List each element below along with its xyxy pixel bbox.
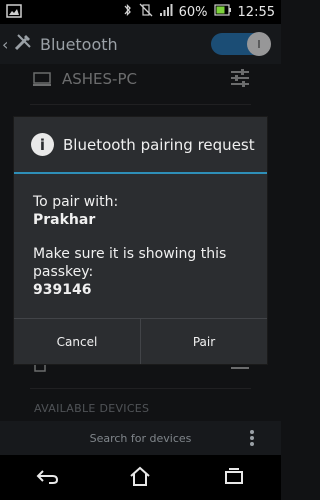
- list-divider: [30, 104, 251, 105]
- recent-apps-icon[interactable]: [222, 466, 246, 490]
- battery-icon: [213, 4, 232, 20]
- dialog-header: i Bluetooth pairing request: [14, 117, 267, 172]
- overflow-menu-icon[interactable]: [249, 429, 255, 451]
- passkey-instruction: Make sure it is showing this passkey:: [33, 246, 227, 280]
- bluetooth-status-icon: [123, 3, 133, 21]
- back-icon[interactable]: [35, 467, 59, 489]
- bluetooth-toggle[interactable]: I: [211, 32, 271, 56]
- back-caret-icon[interactable]: ‹: [2, 35, 12, 54]
- info-icon: i: [31, 133, 54, 156]
- dialog-title: Bluetooth pairing request: [63, 135, 255, 154]
- list-divider: [30, 388, 251, 389]
- action-bar: ‹ Bluetooth I: [0, 24, 281, 64]
- dialog-title-divider: [14, 172, 267, 174]
- settings-tools-icon[interactable]: [12, 31, 34, 57]
- dialog-body: To pair with: Prakhar Make sure it is sh…: [33, 193, 253, 299]
- vibrate-off-icon: [139, 3, 153, 21]
- image-notification-icon: [6, 3, 22, 22]
- pair-button[interactable]: Pair: [141, 319, 267, 364]
- cancel-button[interactable]: Cancel: [14, 319, 140, 364]
- navigation-bar: [0, 455, 281, 500]
- available-devices-header: AVAILABLE DEVICES: [34, 402, 150, 415]
- clock: 12:55: [237, 4, 275, 20]
- status-bar: 60% 12:55: [0, 0, 281, 24]
- pair-with-label: To pair with:: [33, 194, 119, 210]
- search-devices-button[interactable]: Search for devices: [90, 432, 192, 445]
- toggle-knob: I: [247, 32, 271, 56]
- screen-title: Bluetooth: [40, 34, 118, 54]
- signal-strength-icon: [159, 3, 173, 21]
- battery-percent: 60%: [178, 4, 208, 20]
- pairing-dialog: i Bluetooth pairing request To pair with…: [14, 117, 267, 364]
- paired-device-row[interactable]: ASHES-PC: [0, 64, 281, 94]
- device-name: Prakhar: [33, 212, 96, 228]
- device-name: ASHES-PC: [62, 70, 137, 88]
- device-settings-icon[interactable]: [229, 66, 251, 92]
- computer-icon: [32, 70, 52, 92]
- dialog-buttons: Cancel Pair: [14, 318, 267, 364]
- bottom-action-bar: Search for devices: [0, 421, 281, 455]
- passkey: 939146: [33, 282, 92, 298]
- home-icon[interactable]: [128, 465, 152, 491]
